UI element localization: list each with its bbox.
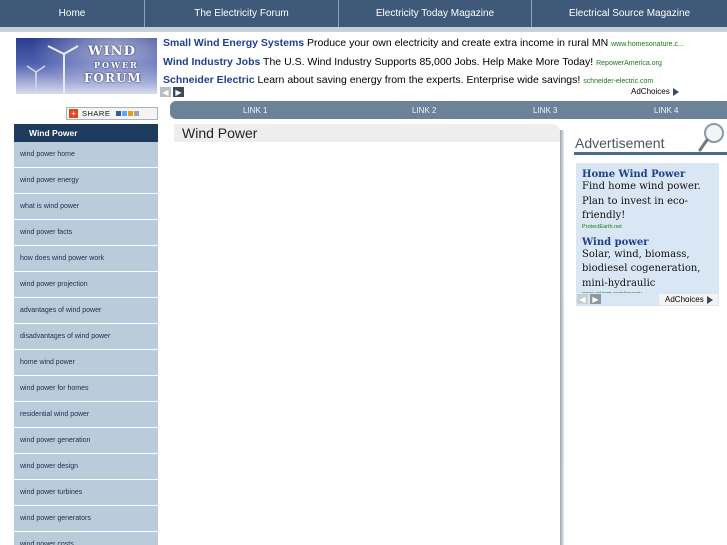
sidebar-item-wind-power-projection[interactable]: wind power projection <box>14 272 158 298</box>
sidebar-item-residential-wind-power[interactable]: residential wind power <box>14 402 158 428</box>
sidebar-item-wind-power-generators[interactable]: wind power generators <box>14 506 158 532</box>
link-4[interactable]: LINK 4 <box>654 101 678 119</box>
logo-text-power: POWER <box>94 60 139 70</box>
adchoices-icon <box>672 87 679 96</box>
side-ad-2-headline[interactable]: Wind power <box>582 237 719 248</box>
sidebar-item-what-is-wind-power[interactable]: what is wind power <box>14 194 158 220</box>
sidebar-item-wind-power-for-homes[interactable]: wind power for homes <box>14 376 158 402</box>
sidebar-item-disadvantages-of-wind-power[interactable]: disadvantages of wind power <box>14 324 158 350</box>
chevron-left-icon: ◀ <box>579 294 586 304</box>
ad-link-url[interactable]: www.homesonature.c... <box>611 41 684 48</box>
content-header: Wind Power <box>174 124 560 142</box>
side-ad-2-text: Solar, wind, biomass, biodiesel cogenera… <box>582 248 701 289</box>
link-1[interactable]: LINK 1 <box>243 101 267 119</box>
side-adchoices-link[interactable]: AdChoices <box>659 294 718 305</box>
sidebar-item-home-wind-power[interactable]: home wind power <box>14 350 158 376</box>
nav-divider <box>0 27 727 32</box>
sidebar-item-wind-power-energy[interactable]: wind power energy <box>14 168 158 194</box>
advertisement-rule <box>574 152 727 155</box>
sidebar-item-wind-power-facts[interactable]: wind power facts <box>14 220 158 246</box>
ad-nav: ◀ ▶ <box>160 87 184 97</box>
sidebar-title: Wind Power <box>14 124 158 142</box>
sidebar-item-wind-power-home[interactable]: wind power home <box>14 142 158 168</box>
side-ad-nav: ◀ ▶ <box>577 294 601 304</box>
sidebar-item-wind-power-costs[interactable]: wind power costs <box>14 532 158 545</box>
ad-next-button[interactable]: ▶ <box>173 87 184 97</box>
adchoices-label: AdChoices <box>665 295 704 304</box>
sidebar-item-how-does-wind-power-work[interactable]: how does wind power work <box>14 246 158 272</box>
ad-link-headline[interactable]: Small Wind Energy Systems <box>163 37 304 49</box>
twitter-icon <box>122 111 128 116</box>
sidebar: Wind Power wind power home wind power en… <box>14 124 158 545</box>
logo-text-wind: WIND <box>88 44 136 59</box>
ad-link-text: Learn about saving energy from the exper… <box>254 74 584 86</box>
nav-electrical-source-magazine[interactable]: Electrical Source Magazine <box>532 0 727 27</box>
top-ad-links: Small Wind Energy Systems Produce your o… <box>163 35 723 91</box>
plus-icon: + <box>69 109 78 118</box>
magnifier-icon <box>698 123 724 152</box>
ad-link-headline[interactable]: Wind Industry Jobs <box>163 56 260 68</box>
sidebar-item-advantages-of-wind-power[interactable]: advantages of wind power <box>14 298 158 324</box>
ad-link-url[interactable]: RepowerAmerica.org <box>596 60 662 67</box>
side-ad-1-headline[interactable]: Home Wind Power <box>582 169 719 180</box>
share-button[interactable]: + SHARE <box>66 107 158 120</box>
facebook-icon <box>116 111 122 116</box>
link-2[interactable]: LINK 2 <box>412 101 436 119</box>
nav-electricity-today-magazine[interactable]: Electricity Today Magazine <box>339 0 532 27</box>
more-icon <box>134 111 140 116</box>
sidebar-item-wind-power-generation[interactable]: wind power generation <box>14 428 158 454</box>
column-divider <box>563 300 564 465</box>
ad-link-2[interactable]: Wind Industry Jobs The U.S. Wind Industr… <box>163 54 723 73</box>
site-logo[interactable]: WIND POWER FORUM <box>16 38 157 94</box>
side-ad-1-text: Find home wind power. Plan to invest in … <box>582 181 701 221</box>
email-icon <box>128 111 134 116</box>
social-icons <box>116 111 140 116</box>
nav-electricity-forum[interactable]: The Electricity Forum <box>145 0 339 27</box>
link-3[interactable]: LINK 3 <box>533 101 557 119</box>
side-ad-next-button[interactable]: ▶ <box>590 294 601 304</box>
ad-link-text: Produce your own electricity and create … <box>304 37 612 49</box>
sidebar-item-wind-power-design[interactable]: wind power design <box>14 454 158 480</box>
ad-link-text: The U.S. Wind Industry Supports 85,000 J… <box>260 55 597 68</box>
link-bar: LINK 1 LINK 2 LINK 3 LINK 4 <box>170 101 727 119</box>
adchoices-icon <box>706 295 713 304</box>
main-content: Wind Power <box>174 124 564 545</box>
chevron-right-icon: ▶ <box>592 294 599 304</box>
ad-prev-button[interactable]: ◀ <box>160 87 171 97</box>
logo-text-forum: FORUM <box>84 71 142 85</box>
page: Home The Electricity Forum Electricity T… <box>0 0 727 545</box>
chevron-left-icon: ◀ <box>162 87 169 97</box>
top-nav: Home The Electricity Forum Electricity T… <box>0 0 727 27</box>
chevron-right-icon: ▶ <box>175 87 182 97</box>
ad-link-headline[interactable]: Schneider Electric <box>163 74 255 86</box>
share-label: SHARE <box>82 109 111 118</box>
page-title: Wind Power <box>182 125 258 141</box>
ad-link-url[interactable]: schneider-electric.com <box>583 78 653 85</box>
adchoices-link[interactable]: AdChoices <box>631 87 679 96</box>
adchoices-label: AdChoices <box>631 87 670 96</box>
advertisement-heading: Advertisement <box>575 135 665 151</box>
sidebar-item-wind-power-turbines[interactable]: wind power turbines <box>14 480 158 506</box>
ad-link-1[interactable]: Small Wind Energy Systems Produce your o… <box>163 35 723 54</box>
side-ad-box: Home Wind Power Find home wind power. Pl… <box>576 163 719 305</box>
side-ad-prev-button[interactable]: ◀ <box>577 294 588 304</box>
nav-home[interactable]: Home <box>0 0 145 27</box>
